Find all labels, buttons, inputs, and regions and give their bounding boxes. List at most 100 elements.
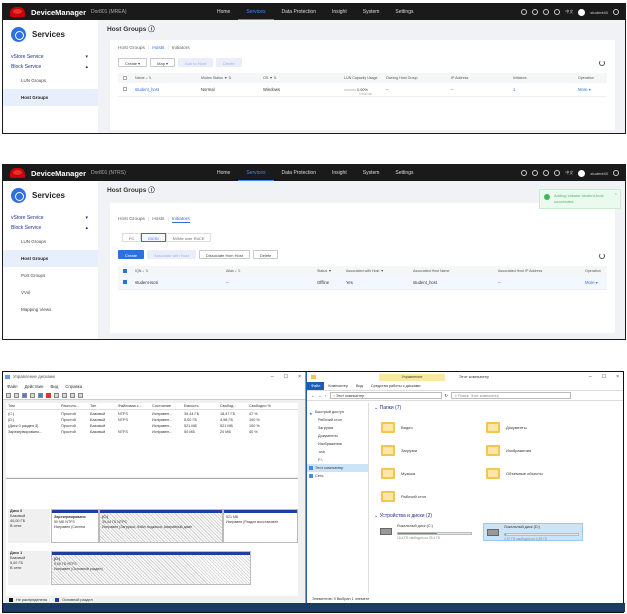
folder-downloads[interactable]: Загрузки — [381, 441, 481, 459]
help-icon[interactable] — [613, 9, 619, 15]
folder-video[interactable]: Видео — [381, 418, 481, 436]
subtab-fc[interactable]: FC — [122, 233, 142, 242]
sidebar-item-host-groups[interactable]: Host Groups — [3, 89, 98, 106]
sidebar-item-lun-groups[interactable]: LUN Groups — [3, 233, 98, 250]
nav-services[interactable]: Services — [238, 4, 274, 20]
nav-downloads[interactable]: Загрузки — [307, 424, 368, 432]
nav-desktop[interactable]: Рабочий стол — [307, 416, 368, 424]
back-icon[interactable] — [6, 392, 11, 398]
nav-this-pc[interactable]: Этот компьютер — [307, 464, 368, 472]
task-icon[interactable] — [543, 170, 550, 176]
host-initiators[interactable]: 1 — [513, 83, 515, 97]
partition-d[interactable]: (D:) 5,00 ГБ NTFS Исправен (Основной разде… — [51, 551, 251, 585]
table-row[interactable]: student_host Normal Windows 0.00% 0.000 … — [118, 83, 607, 97]
tab-initiators[interactable]: Initiators — [171, 217, 190, 223]
disk1-info[interactable]: Диск 1 Базовый 5,00 ГБ В сети — [8, 551, 50, 585]
ribbon-view[interactable]: Вид — [352, 382, 367, 390]
nav-quick-access[interactable]: ★ Быстрый доступ — [307, 408, 368, 416]
close-icon[interactable]: × — [615, 191, 617, 197]
user-avatar-icon[interactable] — [578, 8, 586, 16]
sidebar-item-host-groups[interactable]: Host Groups — [3, 250, 98, 267]
nav-insight[interactable]: Insight — [324, 165, 355, 181]
delete-button[interactable]: Delete — [215, 58, 242, 67]
nav-data-protection[interactable]: Data Protection — [274, 165, 324, 181]
sidebar-item-mapping-views[interactable]: Mapping Views — [3, 301, 98, 318]
partition-reserved[interactable]: Зарезервировано 50 МБ NTFS Исправен (Систе… — [51, 509, 99, 543]
nav-settings[interactable]: Settings — [387, 165, 421, 181]
more-button[interactable]: More ▾ — [585, 276, 598, 290]
sidebar-item-vstore[interactable]: vStore Service — [3, 52, 98, 62]
dissociate-host-button[interactable]: Dissociate from Host — [198, 250, 250, 259]
close-icon[interactable]: × — [616, 374, 619, 380]
subtab-iscsi[interactable]: iSCSI — [141, 233, 166, 242]
open-icon[interactable] — [62, 392, 67, 398]
manage-tab[interactable]: Управление — [379, 374, 445, 381]
alarm-icon[interactable] — [532, 9, 539, 15]
back-icon[interactable]: ← — [311, 394, 315, 398]
row-checkbox[interactable] — [123, 279, 127, 284]
close-icon[interactable]: × — [298, 372, 301, 382]
nav-services[interactable]: Services — [238, 165, 274, 181]
nav-home[interactable]: Home — [209, 165, 238, 181]
up-icon[interactable]: ↑ — [325, 394, 327, 398]
ribbon-file[interactable]: Файл — [307, 382, 325, 390]
nav-ssh[interactable]: .ssh — [307, 448, 368, 456]
menu-file[interactable]: Файл — [7, 382, 18, 391]
nav-network[interactable]: Сеть — [307, 472, 368, 480]
properties-icon[interactable] — [38, 392, 43, 398]
drive-d[interactable]: Локальный диск (D:) 4,97 ГБ свободно из … — [483, 523, 583, 541]
maximize-icon[interactable]: ☐ — [284, 372, 288, 382]
map-button[interactable]: Map ▾ — [150, 58, 176, 67]
forward-icon[interactable]: → — [318, 394, 322, 398]
select-all-checkbox[interactable] — [123, 269, 127, 273]
refresh-icon[interactable] — [599, 253, 605, 259]
folder-desktop[interactable]: Рабочий стол — [381, 487, 481, 505]
globe-icon[interactable] — [554, 170, 561, 176]
sidebar-item-vvol[interactable]: VVol — [3, 284, 98, 301]
minimize-icon[interactable]: – — [271, 372, 274, 382]
user-name[interactable]: student40 — [590, 171, 608, 176]
select-all-checkbox[interactable] — [123, 76, 127, 80]
nav-system[interactable]: System — [355, 165, 388, 181]
view-icon[interactable] — [78, 392, 83, 398]
host-name-link[interactable]: student_host — [135, 83, 159, 97]
folder-documents[interactable]: Документы — [486, 418, 586, 436]
tab-hosts[interactable]: Hosts — [152, 217, 164, 223]
task-icon[interactable] — [543, 9, 550, 15]
search-icon[interactable] — [521, 9, 528, 15]
nav-documents[interactable]: Документы — [307, 432, 368, 440]
sidebar-item-block-service[interactable]: Block Service — [3, 62, 98, 72]
help-icon[interactable] — [30, 392, 35, 398]
partition-c[interactable]: (C:) 39,44 ГБ NTFS Исправен (Загрузка, Фай… — [99, 509, 223, 543]
folders-header[interactable]: ⌄ Папки (7) — [371, 403, 621, 413]
help-icon[interactable] — [613, 170, 619, 176]
alarm-icon[interactable] — [532, 170, 539, 176]
language-label[interactable]: 中文 — [565, 9, 573, 15]
ribbon-drive-tools[interactable]: Средства работы с дисками — [367, 382, 425, 390]
table-row[interactable]: student-iscsi -- Offline Yes student_hos… — [118, 276, 607, 290]
maximize-icon[interactable]: ☐ — [602, 374, 606, 380]
drive-c[interactable]: Локальный диск (C:) 18,4 ГБ свободно из … — [377, 523, 477, 541]
associate-host-button[interactable]: Associate with Host — [147, 250, 196, 259]
nav-pictures[interactable]: Изображения — [307, 440, 368, 448]
user-avatar-icon[interactable] — [578, 169, 586, 177]
partition-recovery[interactable]: 521 МБ Исправен (Раздел восстановле — [223, 509, 298, 543]
nav-home[interactable]: Home — [209, 4, 238, 20]
refresh-icon[interactable]: ↻ — [445, 393, 448, 398]
nav-data-protection[interactable]: Data Protection — [274, 4, 324, 20]
nav-settings[interactable]: Settings — [387, 4, 421, 20]
create-button[interactable]: Create — [118, 250, 145, 259]
console-icon[interactable] — [22, 392, 27, 398]
folder-music[interactable]: Музыка — [381, 464, 481, 482]
menu-help[interactable]: Справка — [65, 382, 82, 391]
menu-action[interactable]: Действие — [25, 382, 44, 391]
menu-view[interactable]: Вид — [50, 382, 58, 391]
refresh-icon[interactable] — [599, 60, 605, 66]
drives-header[interactable]: ⌄ Устройства и диски (2) — [371, 511, 432, 521]
forward-icon[interactable] — [14, 392, 19, 398]
delete-button[interactable]: Delete — [252, 250, 279, 259]
add-to-host-button[interactable]: Add to Host — [178, 58, 213, 67]
user-name[interactable]: student40 — [590, 10, 608, 15]
minimize-icon[interactable]: – — [589, 374, 592, 380]
sidebar-item-port-groups[interactable]: Port Groups — [3, 267, 98, 284]
